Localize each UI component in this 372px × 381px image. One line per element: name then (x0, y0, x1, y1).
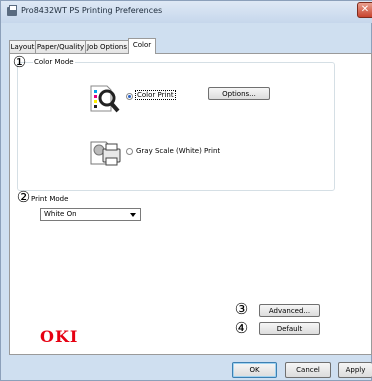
grayscale-label: Gray Scale (White) Print (136, 147, 221, 155)
tab-paper-quality[interactable]: Paper/Quality (35, 40, 86, 53)
color-print-label-wrap: Color Print (135, 90, 176, 100)
callout-2: ② (16, 188, 31, 206)
print-mode-select[interactable]: White On (40, 208, 141, 221)
color-mode-group (17, 62, 335, 191)
color-print-radio[interactable] (126, 93, 133, 100)
grayscale-radio[interactable] (126, 148, 133, 155)
title-bar: Pro8432WT PS Printing Preferences ✕ (1, 1, 372, 23)
chevron-down-icon (130, 213, 136, 217)
color-print-image (89, 84, 121, 114)
default-button[interactable]: Default (259, 322, 320, 335)
color-mode-label: Color Mode (33, 58, 75, 66)
advanced-button[interactable]: Advanced... (259, 304, 320, 317)
print-mode-value: White On (44, 210, 77, 218)
oki-logo: OKI (40, 327, 79, 346)
tab-job-options[interactable]: Job Options (85, 40, 129, 53)
printer-icon (7, 5, 17, 16)
color-print-label: Color Print (135, 90, 176, 100)
callout-3: ③ (234, 300, 249, 318)
apply-button[interactable]: Apply (338, 362, 372, 378)
callout-1: ① (12, 53, 27, 71)
cancel-button[interactable]: Cancel (285, 362, 331, 378)
print-mode-label: Print Mode (31, 195, 69, 203)
tab-layout[interactable]: Layout (9, 40, 36, 53)
ok-button[interactable]: OK (232, 362, 277, 378)
options-button[interactable]: Options... (208, 87, 270, 100)
grayscale-image (88, 138, 122, 168)
tab-color[interactable]: Color (128, 38, 156, 54)
close-button[interactable]: ✕ (357, 2, 372, 18)
callout-4: ④ (234, 319, 249, 337)
window-title: Pro8432WT PS Printing Preferences (21, 6, 163, 15)
